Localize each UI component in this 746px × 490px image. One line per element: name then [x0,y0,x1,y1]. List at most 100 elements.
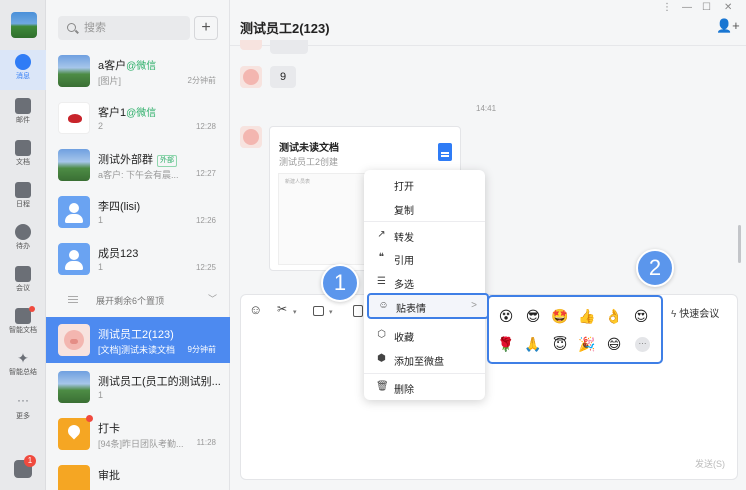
chevron-down-icon[interactable]: ▾ [329,308,333,316]
conversation-item[interactable]: 审批 [46,458,230,490]
sticker-popup: 😵 😎 🤩 👍 👌 😍 🌹 🙏 😇 🎉 😄 ··· [487,295,663,364]
step-callout-2: 2 [636,249,674,287]
unread-dot [86,415,93,422]
avatar [58,324,90,356]
conversation-item[interactable]: 李四(lisi) 1 12:26 [46,189,230,235]
bolt-icon: ϟ [671,309,677,320]
ok-hand-icon[interactable]: 👌 [605,307,623,325]
expand-pinned-row[interactable]: 展开剩余6个置顶 ﹀ [46,286,230,314]
chat-title: 测试员工2(123) [240,21,330,36]
conversation-list: 搜索 + a客户@微信 [图片] 2分钟前 客户1@微信 2 12:28 测试外… [46,0,230,490]
add-button[interactable]: + [194,16,218,40]
emoji-angel-icon[interactable]: 😇 [551,335,569,353]
avatar [58,371,90,403]
chevron-down-icon[interactable]: ▾ [293,308,297,316]
close-icon[interactable]: ✕ [724,2,732,13]
message-bubble[interactable]: 9 [270,66,297,88]
minimize-icon[interactable]: — [682,2,692,13]
chat-panel: 测试员工2(123) ⋮ — ☐ ✕ 👤+ 9 14:41 测试未读文档 测试员… [230,0,746,490]
menu-item-forward[interactable]: ↗ 转发 [364,223,485,247]
maximize-icon[interactable]: ☐ [702,2,711,13]
avatar [58,55,90,87]
menu-item-favorite[interactable]: ⬡ 收藏 [364,323,485,347]
search-icon [67,23,76,32]
divider [364,373,485,374]
avatar [240,126,262,148]
menu-item-add-to-drive[interactable]: ⬢ 添加至微盘 [364,347,485,371]
mail-icon [15,98,31,114]
emoji-starstruck-icon[interactable]: 🤩 [551,307,569,325]
document-icon [438,143,452,161]
avatar [240,66,262,88]
favorite-icon: ⬡ [377,329,386,340]
menu-item-sticker[interactable]: ☺ 贴表情 > [367,293,489,319]
app-rail: 消息 邮件 文档 日程 待办 会议 智能文档 ✦ 智能总结 ··· 更多 1 [0,0,46,490]
emoji-cool-icon[interactable]: 😎 [524,307,542,325]
notification-badge: 1 [24,455,36,467]
emoji-love-icon[interactable]: 😍 [632,307,650,325]
quote-icon: ❝ [378,252,385,263]
search-input[interactable]: 搜索 [58,16,190,40]
chevron-down-icon: ﹀ [208,294,218,304]
drive-icon: ⬢ [377,353,386,364]
chevron-right-icon: > [471,300,477,311]
list-icon [68,296,78,303]
conversation-item[interactable]: 测试员工(员工的测试别... 1 [46,364,230,410]
rail-item-smart-doc[interactable]: 智能文档 [0,304,46,344]
thumbs-up-icon[interactable]: 👍 [578,307,596,325]
quick-meeting-button[interactable]: ϟ 快速会议 [671,305,719,320]
conversation-item[interactable]: a客户@微信 [图片] 2分钟前 [46,48,230,94]
conversation-item[interactable]: 客户1@微信 2 12:28 [46,95,230,141]
trash-icon: 🗑 [376,381,389,392]
rail-item-calendar[interactable]: 日程 [0,178,46,218]
menu-item-open[interactable]: 打开 [364,172,485,196]
conversation-item[interactable]: 测试外部群 外部 a客户: 下午会有晨... 12:27 [46,142,230,188]
pray-icon[interactable]: 🙏 [524,335,542,353]
group-avatar [58,149,90,181]
rail-item-smart-summary[interactable]: ✦ 智能总结 [0,346,46,386]
rail-item-meeting[interactable]: 会议 [0,262,46,302]
file-icon[interactable] [353,305,363,317]
conversation-item[interactable]: 打卡 [94条]昨日团队考勤... 11:28 [46,411,230,457]
message-timestamp: 14:41 [476,104,497,113]
unread-dot [29,306,35,312]
doc-icon [15,140,31,156]
menu-item-copy[interactable]: 复制 [364,196,485,220]
rail-item-todo[interactable]: 待办 [0,220,46,260]
calendar-icon [15,182,31,198]
emoji-icon[interactable]: ☺ [249,302,262,317]
add-member-icon[interactable]: 👤+ [716,18,740,34]
menu-item-delete[interactable]: 🗑 删除 [364,375,485,399]
avatar [240,40,262,50]
avatar [58,102,90,134]
scrollbar[interactable] [738,225,741,263]
person-icon [58,243,90,275]
emoji-smile-icon[interactable]: 😄 [605,335,623,353]
send-button[interactable]: 发送(S) [695,457,725,470]
bird-icon [68,114,82,123]
rose-icon[interactable]: 🌹 [497,335,515,353]
rail-item-messages[interactable]: 消息 [0,50,46,90]
sticker-icon: ☺ [378,300,389,311]
menu-item-multiselect[interactable]: ☰ 多选 [364,270,485,294]
rail-item-docs[interactable]: 文档 [0,136,46,176]
chat-icon [15,54,31,70]
scissors-icon[interactable]: ✂ [277,302,287,316]
conversation-item-active[interactable]: 测试员工2(123) [文档]测试未读文档 9分钟前 [46,317,230,363]
approval-icon [58,465,90,490]
emoji-dizzy-icon[interactable]: 😵 [497,307,515,325]
pin-icon[interactable]: ⋮ [662,2,672,13]
context-menu: 打开 复制 ↗ 转发 ❝ 引用 ☰ 多选 ☺ 贴表情 > ⬡ 收藏 ⬢ 添加至微… [364,170,489,400]
image-icon[interactable] [313,306,324,316]
more-stickers-button[interactable]: ··· [635,337,650,352]
meeting-icon [15,266,31,282]
rail-item-more[interactable]: ··· 更多 [0,390,46,430]
conversation-item[interactable]: 成员123 1 12:25 [46,236,230,282]
menu-item-quote[interactable]: ❝ 引用 [364,246,485,270]
rail-item-mail[interactable]: 邮件 [0,94,46,134]
party-icon[interactable]: 🎉 [578,335,596,353]
message-bubble [270,40,308,54]
more-icon: ··· [17,393,29,407]
external-badge: 外部 [157,155,177,167]
location-pin-icon [58,418,90,450]
